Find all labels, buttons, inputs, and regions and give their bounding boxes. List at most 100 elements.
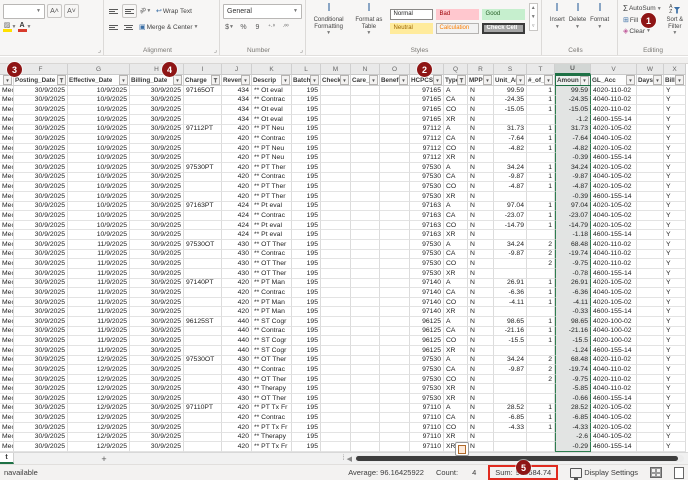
filter-dropdown-icon[interactable]: ▼ xyxy=(675,75,684,85)
cell[interactable]: 420 xyxy=(222,134,252,144)
cell[interactable]: ** PT Man xyxy=(252,298,292,308)
number-format-combo[interactable]: General▼ xyxy=(223,4,302,19)
cell[interactable]: Mec xyxy=(0,105,14,115)
cell[interactable]: N xyxy=(468,279,494,289)
cell[interactable] xyxy=(321,105,351,115)
cell[interactable]: XR xyxy=(444,384,468,394)
cell[interactable]: XR xyxy=(444,115,468,125)
cell[interactable] xyxy=(380,182,410,192)
format-as-table-button[interactable]: Format as Table▼ xyxy=(350,3,387,41)
cell[interactable]: 434 xyxy=(222,105,252,115)
cell[interactable]: CO xyxy=(444,144,468,154)
style-calculation[interactable]: Calculation xyxy=(436,23,479,34)
cell[interactable]: 1 xyxy=(527,298,555,308)
cell[interactable]: 30/9/2025 xyxy=(130,317,184,327)
cell[interactable]: 1 xyxy=(527,221,555,231)
cell[interactable]: 1 xyxy=(527,163,555,173)
cell[interactable]: Y xyxy=(664,259,686,269)
cell[interactable]: 30/9/2025 xyxy=(14,356,68,366)
cell[interactable]: 97112PT xyxy=(184,125,222,135)
cell[interactable]: A xyxy=(444,240,468,250)
cell[interactable] xyxy=(184,384,222,394)
cell[interactable]: 30/9/2025 xyxy=(130,221,184,231)
cell[interactable]: 1 xyxy=(527,202,555,212)
cell[interactable]: 424 xyxy=(222,211,252,221)
cell[interactable] xyxy=(184,307,222,317)
clear-button[interactable]: ◈ Clear▼ xyxy=(621,26,664,36)
cell[interactable] xyxy=(321,259,351,269)
cell[interactable]: 10/9/2025 xyxy=(68,115,130,125)
cell[interactable]: 430 xyxy=(222,269,252,279)
cell[interactable]: 34.24 xyxy=(494,163,527,173)
cell[interactable] xyxy=(637,202,664,212)
cell[interactable]: 11/9/2025 xyxy=(68,307,130,317)
cell[interactable]: 195 xyxy=(292,202,321,212)
cell[interactable]: -6.85 xyxy=(555,413,591,423)
number-dialog-launcher[interactable]: ⌟ xyxy=(300,47,303,54)
cell[interactable]: XR xyxy=(444,394,468,404)
cell[interactable] xyxy=(351,192,380,202)
cell[interactable] xyxy=(351,298,380,308)
cell[interactable] xyxy=(321,221,351,231)
cell[interactable]: 30/9/2025 xyxy=(14,250,68,260)
cell[interactable]: Mec xyxy=(0,375,14,385)
cell[interactable] xyxy=(494,230,527,240)
cell[interactable] xyxy=(184,394,222,404)
cell[interactable] xyxy=(494,307,527,317)
cell[interactable] xyxy=(380,86,410,96)
cell[interactable]: 96125ST xyxy=(184,317,222,327)
cell[interactable]: 97530 xyxy=(410,182,444,192)
cell[interactable] xyxy=(321,182,351,192)
cell[interactable]: 97530 xyxy=(410,192,444,202)
cell[interactable]: Y xyxy=(664,221,686,231)
cell[interactable]: Mec xyxy=(0,163,14,173)
column-letter-M[interactable]: M xyxy=(321,64,351,75)
cell[interactable]: 97165 xyxy=(410,115,444,125)
cell[interactable]: 1 xyxy=(527,211,555,221)
cell[interactable]: 30/9/2025 xyxy=(14,394,68,404)
cell[interactable]: 34.24 xyxy=(494,240,527,250)
cell[interactable]: 12/9/2025 xyxy=(68,433,130,443)
cell[interactable]: 4040-110-02 xyxy=(591,96,637,106)
cell[interactable]: CA xyxy=(444,413,468,423)
cell[interactable]: -15.05 xyxy=(494,105,527,115)
cell[interactable] xyxy=(321,230,351,240)
cell[interactable]: Y xyxy=(664,413,686,423)
cell[interactable]: 97140 xyxy=(410,298,444,308)
cell[interactable]: 30/9/2025 xyxy=(14,433,68,443)
cell[interactable]: 4040-100-02 xyxy=(591,327,637,337)
cell[interactable] xyxy=(637,163,664,173)
cell[interactable]: 30/9/2025 xyxy=(130,356,184,366)
style-good[interactable]: Good xyxy=(482,9,525,20)
cell[interactable] xyxy=(321,336,351,346)
cell[interactable]: 96125 xyxy=(410,336,444,346)
cell[interactable]: 30/9/2025 xyxy=(130,394,184,404)
cell[interactable]: 30/9/2025 xyxy=(130,144,184,154)
cell[interactable]: Y xyxy=(664,404,686,414)
cell[interactable]: -6.36 xyxy=(494,288,527,298)
cell[interactable]: 30/9/2025 xyxy=(14,442,68,452)
cell[interactable] xyxy=(184,250,222,260)
cell[interactable]: 420 xyxy=(222,433,252,443)
cell[interactable]: -5.85 xyxy=(555,384,591,394)
cell[interactable]: 30/9/2025 xyxy=(130,105,184,115)
cell[interactable] xyxy=(321,365,351,375)
cell[interactable]: ** Pt eval xyxy=(252,230,292,240)
cell[interactable]: N xyxy=(468,144,494,154)
cell[interactable]: 97165 xyxy=(410,96,444,106)
cell[interactable]: 97530 xyxy=(410,250,444,260)
delete-cells-button[interactable]: Delete▼ xyxy=(568,3,587,41)
cell[interactable] xyxy=(351,144,380,154)
cell[interactable] xyxy=(184,192,222,202)
cell[interactable]: -21.16 xyxy=(555,327,591,337)
cell[interactable] xyxy=(184,346,222,356)
cell[interactable]: N xyxy=(468,269,494,279)
cell[interactable]: 420 xyxy=(222,288,252,298)
cell[interactable]: 30/9/2025 xyxy=(14,202,68,212)
cell[interactable]: 4600-155-14 xyxy=(591,442,637,452)
cell[interactable]: Mec xyxy=(0,250,14,260)
cell[interactable]: -1.18 xyxy=(555,230,591,240)
cell[interactable]: XR xyxy=(444,192,468,202)
cell[interactable] xyxy=(380,423,410,433)
cell[interactable]: 10/9/2025 xyxy=(68,202,130,212)
